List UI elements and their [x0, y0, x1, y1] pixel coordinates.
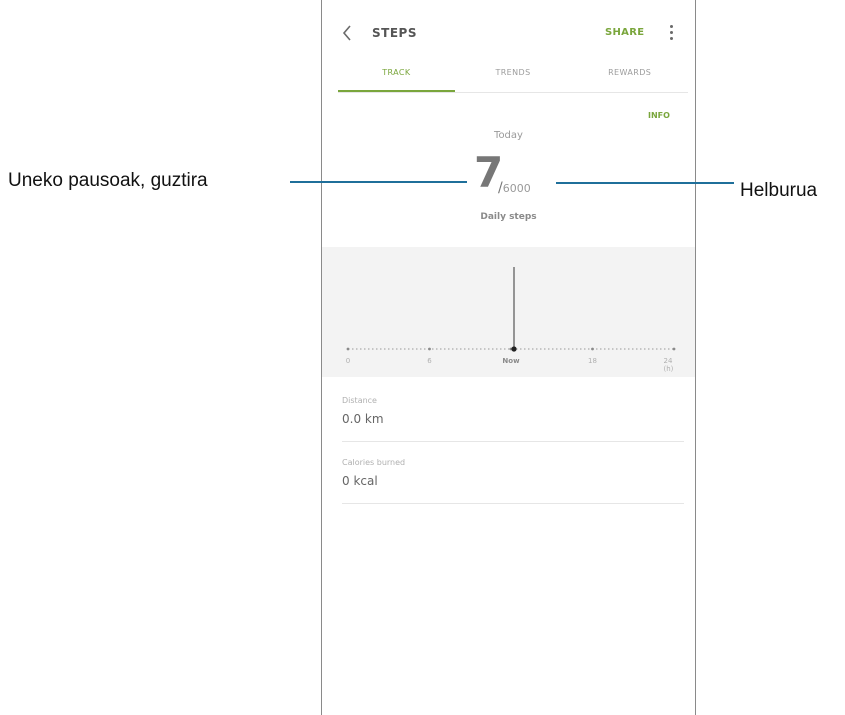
page-title: STEPS [372, 26, 417, 40]
distance-value: 0.0 km [342, 412, 384, 426]
chart-tick-dot [428, 347, 431, 351]
app-bar: STEPS SHARE [322, 0, 695, 62]
info-button[interactable]: INFO [648, 111, 670, 120]
daily-steps-caption: Daily steps [480, 212, 537, 222]
chart-tick-dot [346, 347, 350, 351]
tab-track[interactable]: TRACK [338, 62, 455, 92]
current-steps-callout: Uneko pausoak, guztira [8, 170, 208, 191]
chart-now-marker [511, 346, 517, 352]
chevron-left-icon[interactable] [341, 24, 353, 42]
share-button[interactable]: SHARE [605, 27, 644, 38]
chart-tick-label: 24 (h) [663, 357, 674, 373]
calories-label: Calories burned [342, 458, 406, 467]
distance-row: Distance 0.0 km [342, 380, 684, 442]
goal-callout: Helburua [740, 180, 818, 201]
tab-bar: TRACK TRENDS REWARDS [338, 62, 688, 92]
chart-tick-label: 18 [588, 357, 597, 365]
more-vertical-icon[interactable] [668, 25, 674, 41]
goal-steps: /6000 [498, 180, 531, 196]
hourly-steps-chart: 0 6 Now 18 24 (h) [322, 247, 695, 377]
goal-value: 6000 [502, 182, 531, 195]
calories-row: Calories burned 0 kcal [342, 442, 684, 504]
calories-value: 0 kcal [342, 474, 378, 488]
date-label: Today [494, 130, 523, 141]
chart-tick-dot [672, 347, 676, 351]
tab-trends[interactable]: TRENDS [455, 62, 572, 92]
goal-callout-line [556, 182, 734, 184]
tabs-divider [338, 92, 688, 93]
tab-rewards[interactable]: REWARDS [571, 62, 688, 92]
chart-tick-label: Now [502, 357, 520, 365]
phone-screen: STEPS SHARE TRACK TRENDS REWARDS INFO To… [321, 0, 696, 715]
distance-label: Distance [342, 396, 377, 405]
chart-tick-label: 0 [345, 357, 351, 365]
current-steps-callout-line [290, 181, 467, 183]
chart-tick-label: 6 [427, 357, 432, 365]
chart-tick-dot [591, 347, 594, 351]
